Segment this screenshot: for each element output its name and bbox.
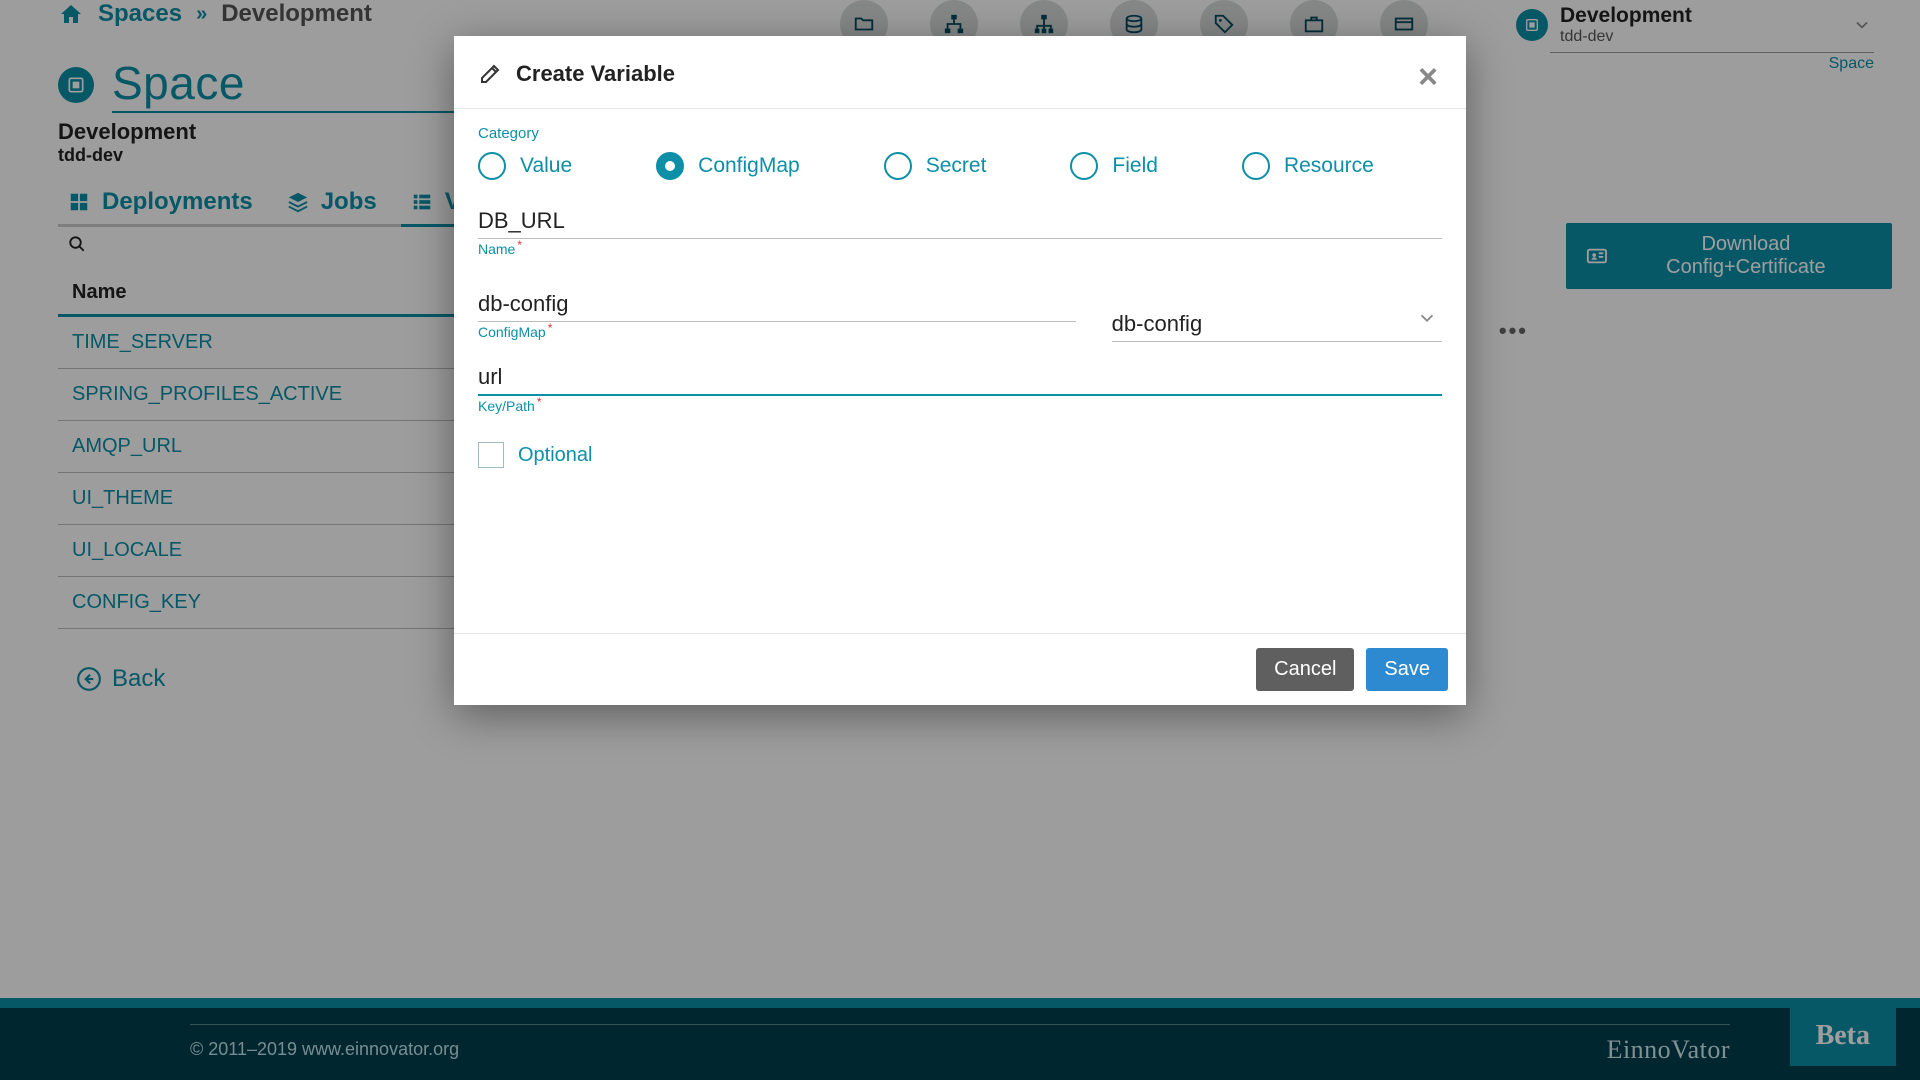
name-field-label: Name xyxy=(478,241,515,257)
configmap-field: ConfigMap* xyxy=(478,287,1076,342)
category-radio-field[interactable]: Field xyxy=(1070,152,1158,180)
modal-body: Category Value ConfigMap Secret Field Resour… xyxy=(454,109,1466,633)
required-indicator: * xyxy=(517,238,522,252)
cancel-button[interactable]: Cancel xyxy=(1256,648,1354,691)
radio-icon xyxy=(478,152,506,180)
optional-row[interactable]: Optional xyxy=(478,442,593,468)
radio-label: Field xyxy=(1112,154,1158,178)
keypath-field: Key/Path* xyxy=(478,360,1442,416)
name-field: Name* xyxy=(478,204,1442,259)
required-indicator: * xyxy=(548,321,553,335)
category-radio-secret[interactable]: Secret xyxy=(884,152,987,180)
category-radio-configmap[interactable]: ConfigMap xyxy=(656,152,800,180)
category-radios: Value ConfigMap Secret Field Resource xyxy=(478,152,1442,180)
close-icon[interactable]: × xyxy=(1418,54,1442,94)
radio-label: Value xyxy=(520,154,572,178)
configmap-select-value[interactable] xyxy=(1112,307,1442,342)
radio-label: Secret xyxy=(926,154,987,178)
edit-icon xyxy=(478,62,502,86)
configmap-field-label: ConfigMap xyxy=(478,324,546,340)
keypath-input[interactable] xyxy=(478,360,1442,396)
modal-header: Create Variable × xyxy=(454,36,1466,109)
optional-checkbox[interactable] xyxy=(478,442,504,468)
save-button[interactable]: Save xyxy=(1366,648,1448,691)
category-label: Category xyxy=(478,125,1442,142)
category-radio-value[interactable]: Value xyxy=(478,152,572,180)
chevron-down-icon xyxy=(1416,307,1438,329)
required-indicator: * xyxy=(537,395,542,409)
keypath-field-label: Key/Path xyxy=(478,398,535,414)
configmap-input[interactable] xyxy=(478,287,1076,322)
modal-footer: Cancel Save xyxy=(454,633,1466,705)
category-radio-resource[interactable]: Resource xyxy=(1242,152,1374,180)
name-input[interactable] xyxy=(478,204,1442,239)
radio-icon xyxy=(1242,152,1270,180)
radio-label: Resource xyxy=(1284,154,1374,178)
optional-label: Optional xyxy=(518,444,593,467)
radio-icon xyxy=(656,152,684,180)
radio-label: ConfigMap xyxy=(698,154,800,178)
modal-title: Create Variable xyxy=(516,61,675,87)
create-variable-modal: Create Variable × Category Value ConfigMa… xyxy=(454,36,1466,705)
radio-icon xyxy=(884,152,912,180)
configmap-select[interactable] xyxy=(1112,307,1442,342)
radio-icon xyxy=(1070,152,1098,180)
